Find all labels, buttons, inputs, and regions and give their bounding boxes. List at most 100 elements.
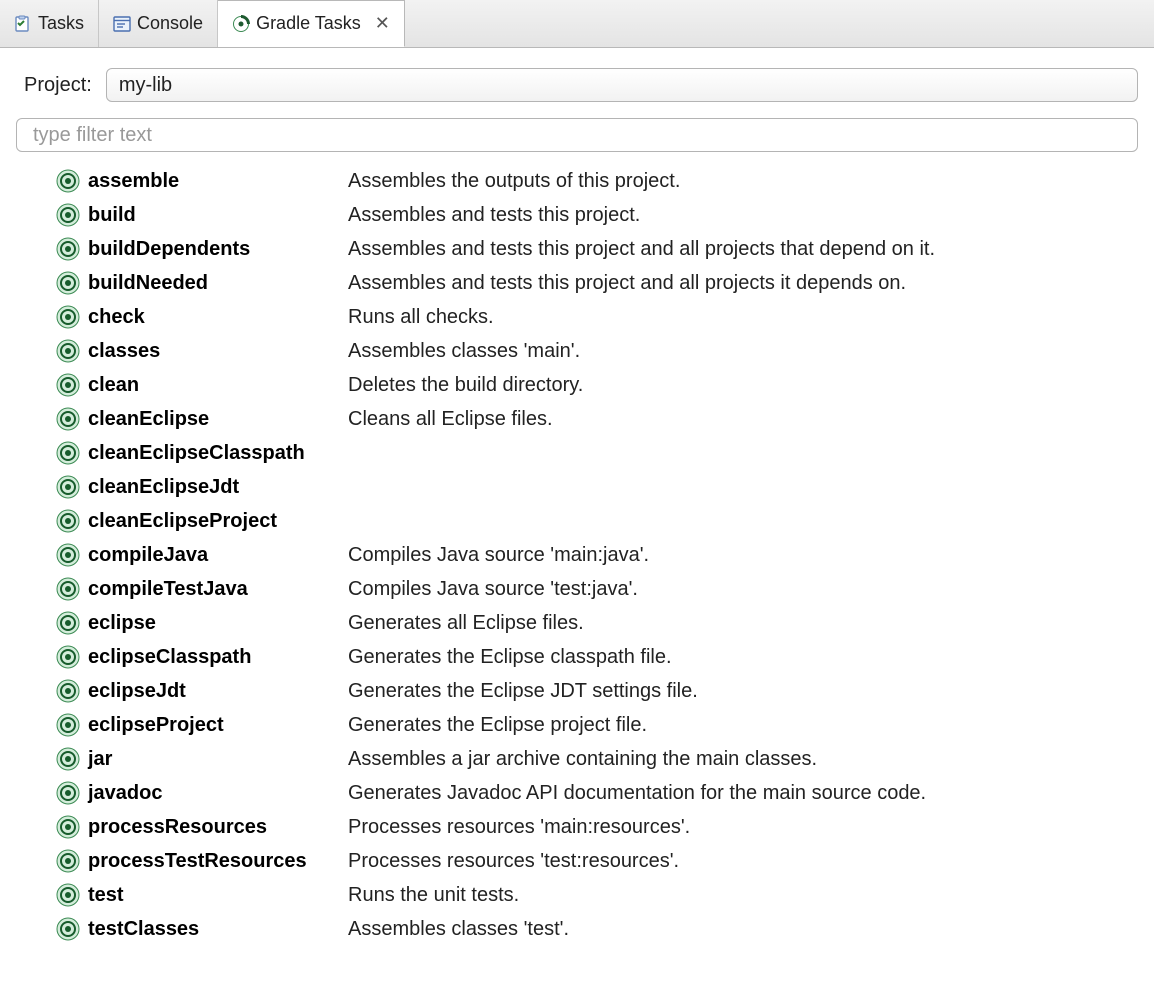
task-description: Assembles and tests this project and all… [348, 235, 935, 263]
task-row[interactable]: cleanEclipseClasspath [0, 436, 1154, 470]
gradle-task-icon [56, 713, 80, 737]
task-row[interactable]: buildDependentsAssembles and tests this … [0, 232, 1154, 266]
gradle-task-icon [56, 781, 80, 805]
task-description: Assembles classes 'main'. [348, 337, 580, 365]
gradle-task-icon [56, 543, 80, 567]
gradle-task-icon [56, 373, 80, 397]
task-row[interactable]: cleanEclipseCleans all Eclipse files. [0, 402, 1154, 436]
task-name: eclipseClasspath [88, 643, 348, 671]
task-name: compileJava [88, 541, 348, 569]
tab-gradle-tasks[interactable]: Gradle Tasks ✕ [218, 0, 405, 47]
close-icon[interactable]: ✕ [375, 13, 390, 34]
tab-label: Gradle Tasks [256, 13, 361, 34]
task-row[interactable]: processTestResourcesProcesses resources … [0, 844, 1154, 878]
gradle-task-icon [56, 203, 80, 227]
gradle-task-icon [56, 509, 80, 533]
gradle-task-icon [56, 271, 80, 295]
task-row[interactable]: compileJavaCompiles Java source 'main:ja… [0, 538, 1154, 572]
tab-tasks[interactable]: Tasks [0, 0, 99, 47]
task-description: Generates all Eclipse files. [348, 609, 584, 637]
task-name: processTestResources [88, 847, 348, 875]
task-row[interactable]: testClassesAssembles classes 'test'. [0, 912, 1154, 946]
gradle-icon [232, 15, 250, 33]
task-row[interactable]: eclipseClasspathGenerates the Eclipse cl… [0, 640, 1154, 674]
task-name: jar [88, 745, 348, 773]
task-description: Generates the Eclipse classpath file. [348, 643, 672, 671]
task-description: Assembles the outputs of this project. [348, 167, 680, 195]
task-row[interactable]: eclipseGenerates all Eclipse files. [0, 606, 1154, 640]
gradle-task-icon [56, 475, 80, 499]
task-row[interactable]: buildNeededAssembles and tests this proj… [0, 266, 1154, 300]
gradle-task-icon [56, 611, 80, 635]
gradle-task-icon [56, 339, 80, 363]
task-name: buildDependents [88, 235, 348, 263]
task-name: eclipse [88, 609, 348, 637]
gradle-task-icon [56, 407, 80, 431]
task-description: Runs all checks. [348, 303, 494, 331]
gradle-task-icon [56, 169, 80, 193]
task-row[interactable]: javadocGenerates Javadoc API documentati… [0, 776, 1154, 810]
task-name: javadoc [88, 779, 348, 807]
task-description: Processes resources 'main:resources'. [348, 813, 690, 841]
task-name: clean [88, 371, 348, 399]
task-name: cleanEclipseJdt [88, 473, 348, 501]
task-row[interactable]: buildAssembles and tests this project. [0, 198, 1154, 232]
task-row[interactable]: eclipseJdtGenerates the Eclipse JDT sett… [0, 674, 1154, 708]
task-name: buildNeeded [88, 269, 348, 297]
task-row[interactable]: processResourcesProcesses resources 'mai… [0, 810, 1154, 844]
gradle-task-icon [56, 305, 80, 329]
gradle-task-icon [56, 747, 80, 771]
task-description: Generates the Eclipse JDT settings file. [348, 677, 698, 705]
task-description: Assembles classes 'test'. [348, 915, 569, 943]
task-list: assembleAssembles the outputs of this pr… [0, 160, 1154, 966]
view-tabbar: Tasks Console Gradle Tasks ✕ [0, 0, 1154, 48]
task-name: check [88, 303, 348, 331]
task-name: classes [88, 337, 348, 365]
gradle-task-icon [56, 645, 80, 669]
task-row[interactable]: cleanEclipseProject [0, 504, 1154, 538]
task-name: eclipseProject [88, 711, 348, 739]
project-selected-value: my-lib [119, 74, 172, 97]
task-description: Generates Javadoc API documentation for … [348, 779, 926, 807]
gradle-task-icon [56, 679, 80, 703]
task-description: Generates the Eclipse project file. [348, 711, 647, 739]
task-row[interactable]: jarAssembles a jar archive containing th… [0, 742, 1154, 776]
task-row[interactable]: assembleAssembles the outputs of this pr… [0, 164, 1154, 198]
gradle-task-icon [56, 815, 80, 839]
project-dropdown[interactable]: my-lib [106, 68, 1138, 102]
tab-console[interactable]: Console [99, 0, 218, 47]
console-icon [113, 15, 131, 33]
task-description: Deletes the build directory. [348, 371, 583, 399]
task-name: processResources [88, 813, 348, 841]
project-label: Project: [24, 74, 92, 97]
task-description: Cleans all Eclipse files. [348, 405, 553, 433]
task-row[interactable]: cleanDeletes the build directory. [0, 368, 1154, 402]
task-row[interactable]: compileTestJavaCompiles Java source 'tes… [0, 572, 1154, 606]
task-name: cleanEclipse [88, 405, 348, 433]
filter-row [0, 112, 1154, 160]
task-description: Compiles Java source 'main:java'. [348, 541, 649, 569]
task-row[interactable]: eclipseProjectGenerates the Eclipse proj… [0, 708, 1154, 742]
gradle-task-icon [56, 237, 80, 261]
tab-label: Console [137, 13, 203, 34]
task-row[interactable]: cleanEclipseJdt [0, 470, 1154, 504]
gradle-task-icon [56, 441, 80, 465]
task-row[interactable]: classesAssembles classes 'main'. [0, 334, 1154, 368]
task-name: cleanEclipseProject [88, 507, 348, 535]
project-row: Project: my-lib [0, 48, 1154, 112]
gradle-task-icon [56, 917, 80, 941]
task-name: build [88, 201, 348, 229]
task-description: Assembles a jar archive containing the m… [348, 745, 817, 773]
filter-input[interactable] [16, 118, 1138, 152]
tasks-icon [14, 15, 32, 33]
task-description: Assembles and tests this project. [348, 201, 640, 229]
task-name: cleanEclipseClasspath [88, 439, 348, 467]
task-name: compileTestJava [88, 575, 348, 603]
task-row[interactable]: testRuns the unit tests. [0, 878, 1154, 912]
task-row[interactable]: checkRuns all checks. [0, 300, 1154, 334]
gradle-task-icon [56, 883, 80, 907]
task-name: testClasses [88, 915, 348, 943]
task-name: assemble [88, 167, 348, 195]
tab-label: Tasks [38, 13, 84, 34]
gradle-task-icon [56, 849, 80, 873]
